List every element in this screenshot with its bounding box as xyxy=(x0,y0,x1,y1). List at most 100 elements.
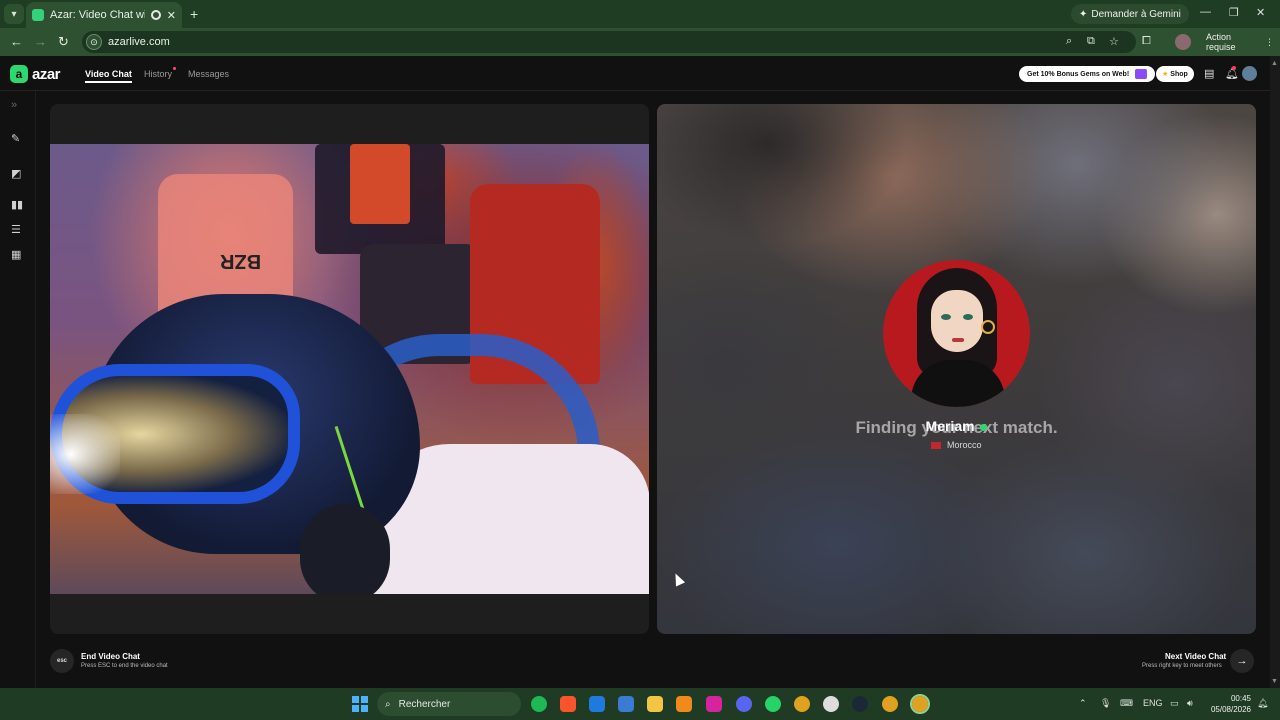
match-country: Morocco xyxy=(657,440,1256,450)
browser-toolbar: ← → ↻ ⊙ azarlive.com ⌕ ⧉ ☆ ⧠ xyxy=(0,28,1280,56)
tab-close-icon[interactable]: ✕ xyxy=(167,9,176,22)
search-icon: ⌕ xyxy=(385,698,391,710)
bonus-gems-button[interactable]: Get 10% Bonus Gems on Web! xyxy=(1019,66,1156,82)
app-icon[interactable] xyxy=(823,696,839,712)
store-icon[interactable] xyxy=(618,696,634,712)
morocco-flag-icon xyxy=(931,442,942,450)
system-clock[interactable]: 00:45 05/08/2026 xyxy=(1207,693,1251,715)
layout-stacked-icon[interactable]: ☰ xyxy=(11,223,21,236)
expand-rail-icon[interactable]: » xyxy=(11,99,17,111)
chrome-icon[interactable] xyxy=(794,696,810,712)
layout-side-by-side-icon[interactable]: ▮▮ xyxy=(11,198,23,211)
azar-favicon-icon xyxy=(32,9,44,21)
minimize-icon[interactable]: — xyxy=(1200,6,1211,18)
match-country-label: Morocco xyxy=(947,440,982,450)
hanging-shirt xyxy=(350,144,410,224)
recording-icon xyxy=(150,10,161,20)
magic-wand-icon[interactable]: ✎ xyxy=(11,132,20,145)
azar-logo[interactable]: a azar xyxy=(10,65,61,83)
address-bar[interactable]: ⊙ azarlive.com xyxy=(82,31,1136,53)
arrow-right-icon: → xyxy=(1236,655,1248,667)
user-avatar[interactable] xyxy=(1242,66,1257,81)
chrome-profile-icon[interactable] xyxy=(882,696,898,712)
nav-history[interactable]: History xyxy=(144,67,177,79)
network-icon[interactable]: ▭ xyxy=(1170,698,1179,709)
self-camera-feed: BZR xyxy=(50,144,649,594)
clock-time: 00:45 xyxy=(1230,694,1251,703)
action-required-label: Action requise xyxy=(1206,32,1236,52)
reload-icon[interactable]: ↻ xyxy=(58,34,69,50)
headphone xyxy=(300,504,390,594)
end-chat-title: End Video Chat xyxy=(81,652,140,661)
effects-icon[interactable]: ◩ xyxy=(11,167,21,180)
instagram-icon[interactable] xyxy=(706,696,722,712)
url-text: azarlive.com xyxy=(108,36,170,48)
bonus-gems-label: Get 10% Bonus Gems on Web! xyxy=(1027,70,1130,78)
notification-center-icon[interactable]: 🔔︎ xyxy=(1257,698,1268,709)
layout-grid-icon[interactable]: ▦ xyxy=(11,248,21,261)
match-name-label: Meriam xyxy=(925,418,975,434)
end-chat-button[interactable]: esc xyxy=(50,649,74,673)
avatar-eye xyxy=(941,314,951,320)
scroll-up-icon[interactable]: ▲ xyxy=(1271,60,1278,67)
inbox-icon[interactable]: ▤ xyxy=(1204,67,1214,80)
language-indicator[interactable]: ENG xyxy=(1143,698,1163,708)
restore-icon[interactable]: ❐ xyxy=(1229,6,1239,19)
avatar-earring xyxy=(981,320,995,334)
vlc-icon[interactable] xyxy=(676,696,692,712)
tray-overflow-icon[interactable]: ⌃ xyxy=(1079,698,1087,709)
match-avatar xyxy=(883,260,1030,407)
logo-text: azar xyxy=(32,65,61,83)
next-chat-hint: Press right key to meet others xyxy=(1142,663,1222,669)
discord-icon[interactable] xyxy=(736,696,752,712)
scroll-down-icon[interactable]: ▼ xyxy=(1271,678,1278,685)
left-rail: » ✎ ◩ ▮▮ ☰ ▦ xyxy=(0,91,36,688)
chat-controls: esc End Video Chat Press ESC to end the … xyxy=(36,640,1270,688)
taskbar-search[interactable]: ⌕ Rechercher xyxy=(377,692,521,716)
match-name: Meriam xyxy=(657,418,1256,434)
site-info-icon[interactable]: ⊙ xyxy=(86,34,102,50)
nav-messages[interactable]: Messages xyxy=(188,69,229,79)
notification-badge xyxy=(1232,66,1236,70)
shop-button[interactable]: ★ Shop xyxy=(1156,66,1194,82)
taskbar-search-label: Rechercher xyxy=(398,698,451,710)
page-scrollbar[interactable] xyxy=(1270,56,1280,688)
window-close-icon[interactable]: ✕ xyxy=(1256,6,1265,19)
match-video-pane: Finding your next match. Meriam Morocco xyxy=(657,104,1256,634)
avatar-eye xyxy=(963,314,973,320)
next-chat-button[interactable]: → xyxy=(1230,649,1254,673)
self-video-pane: BZR xyxy=(50,104,649,634)
gemini-button[interactable]: ✦ Demander à Gemini xyxy=(1071,4,1189,24)
keyboard-icon[interactable]: ⌨ xyxy=(1120,698,1133,709)
brave-icon[interactable] xyxy=(560,696,576,712)
forward-icon[interactable]: → xyxy=(34,34,47,49)
browser-tab[interactable]: Azar: Video Chat with New ✕ xyxy=(26,2,182,28)
windows-taskbar: ⌕ Rechercher ⌃ 🎙︎ ⌨ ENG ▭ 🔊︎ 00:45 05/08… xyxy=(0,688,1280,720)
light-glare xyxy=(50,414,120,494)
avatar-lips xyxy=(952,338,964,342)
action-required-button[interactable]: Action requise ⋮ xyxy=(1200,32,1280,52)
spotify-icon[interactable] xyxy=(531,696,547,712)
gift-icon xyxy=(1135,69,1148,79)
tab-search-button[interactable]: ▾ xyxy=(4,4,24,24)
volume-icon[interactable]: 🔊︎ xyxy=(1187,698,1193,709)
microphone-icon[interactable]: 🎙︎ xyxy=(1100,698,1111,709)
cast-icon[interactable]: ⧉ xyxy=(1087,35,1095,48)
defender-icon[interactable] xyxy=(589,696,605,712)
nav-video-chat[interactable]: Video Chat xyxy=(85,69,132,83)
profile-avatar[interactable] xyxy=(1175,34,1191,50)
extensions-icon[interactable]: ⧠ xyxy=(1142,35,1151,48)
bookmark-star-icon[interactable]: ☆ xyxy=(1109,35,1119,48)
back-icon[interactable]: ← xyxy=(10,34,23,49)
steam-icon[interactable] xyxy=(852,696,868,712)
file-explorer-icon[interactable] xyxy=(647,696,663,712)
azar-logo-icon: a xyxy=(10,65,28,83)
online-status-icon xyxy=(980,423,988,431)
chrome-active-icon[interactable] xyxy=(910,694,930,714)
gemini-sparkle-icon: ✦ xyxy=(1079,8,1088,20)
shirt-print-text: BZR xyxy=(220,250,262,272)
zoom-icon[interactable]: ⌕ xyxy=(1066,35,1072,48)
new-tab-icon[interactable]: + xyxy=(190,6,198,22)
windows-start-icon[interactable] xyxy=(352,696,368,712)
whatsapp-icon[interactable] xyxy=(765,696,781,712)
